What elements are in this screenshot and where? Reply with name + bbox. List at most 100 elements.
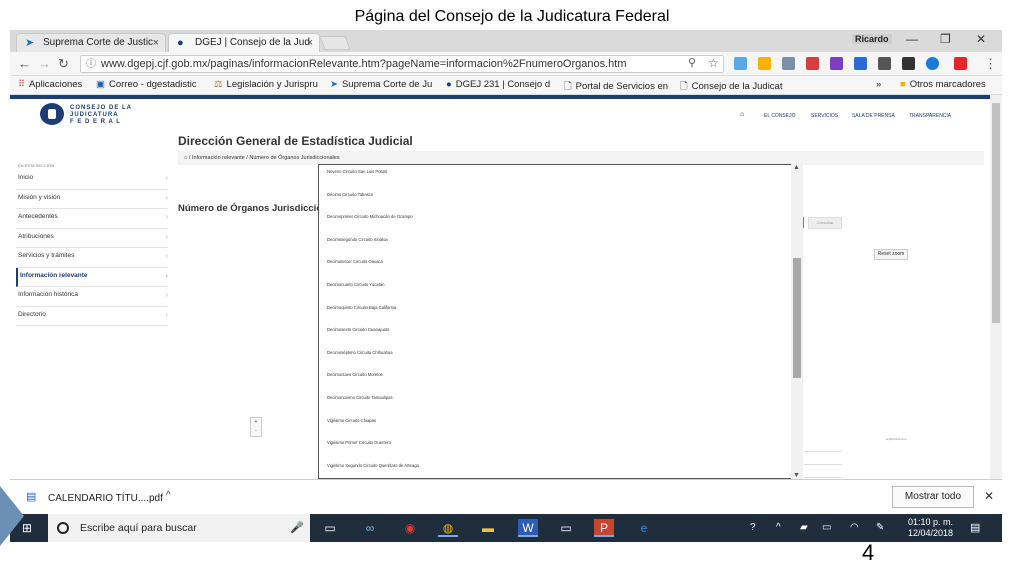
chevron-up-icon[interactable]: ^ [166, 490, 171, 501]
sidebar-item-antecedentes[interactable]: Antecedentes [16, 209, 168, 229]
sidebar-item-mision[interactable]: Misión y visión [16, 190, 168, 209]
mail-extension-icon[interactable] [954, 57, 967, 70]
consult-button[interactable]: Consultar [808, 217, 842, 229]
page-scrollbar[interactable] [990, 95, 1002, 479]
zoom-search-icon[interactable]: ⚲ [688, 56, 696, 69]
dropdown-option[interactable]: Decimosegundo Circuito Sinaloa [327, 237, 388, 242]
close-tab-icon[interactable]: × [307, 34, 313, 52]
battery-icon[interactable]: ▭ [822, 522, 831, 533]
dropdown-option[interactable]: Décimo Circuito Tabasco [327, 192, 373, 197]
download-item[interactable]: CALENDARIO TÍTU....pdf [48, 493, 163, 504]
circuit-dropdown-list[interactable]: Noveno Circuito San Luis Potosí Décimo Ci… [318, 164, 803, 479]
user-profile-button[interactable]: Ricardo [852, 34, 892, 44]
sidebar-item-inicio[interactable]: Inicio [16, 170, 168, 190]
bookmark-portal[interactable]: 🗋 Portal de Servicios en [564, 79, 668, 95]
dropdown-option[interactable]: Decimoséptimo Circuito Chihuahua [327, 350, 393, 355]
scrollbar-thumb[interactable] [793, 258, 801, 378]
dropdown-option[interactable]: Vigésimo Primer Circuito Guerrero [327, 440, 391, 445]
reset-zoom-button[interactable]: Reset zoom [874, 249, 908, 260]
other-bookmarks[interactable]: ■ Otros marcadores [900, 79, 986, 90]
close-tab-icon[interactable]: × [153, 34, 159, 52]
chevron-up-icon[interactable]: ^ [776, 522, 781, 533]
powerpoint-icon[interactable]: P [594, 519, 614, 537]
forward-icon[interactable]: → [38, 56, 51, 71]
url-field[interactable]: ⓘ www.dgepj.cjf.gob.mx/paginas/informaci… [80, 55, 724, 73]
task-view-icon[interactable]: ▭ [320, 519, 340, 537]
dropdown-option[interactable]: Decimonoveno Circuito Tamaulipas [327, 395, 393, 400]
back-icon[interactable]: ← [18, 56, 31, 71]
nav-el-consejo[interactable]: EL CONSEJO [764, 113, 796, 119]
nav-transparencia[interactable]: TRANSPARENCIA [909, 113, 951, 119]
new-tab-button[interactable] [319, 36, 351, 50]
sidebar-item-informacion-historica[interactable]: Información histórica [16, 287, 168, 307]
scroll-up-icon[interactable]: ▲ [793, 164, 800, 171]
bookmark-star-icon[interactable]: ☆ [708, 56, 719, 70]
scroll-down-icon[interactable]: ▼ [793, 472, 800, 479]
cjf-logo[interactable] [40, 103, 64, 125]
taskbar-search[interactable]: Escribe aquí para buscar 🎤 [48, 514, 310, 542]
camera-extension-icon[interactable] [878, 57, 891, 70]
microphone-icon[interactable]: 🎤 [290, 514, 304, 542]
home-icon[interactable]: ⌂ [184, 155, 187, 161]
dropdown-option[interactable]: Decimotercer Circuito Oaxaca [327, 259, 383, 264]
restore-icon[interactable]: ❐ [940, 32, 951, 46]
tab-scjn[interactable]: ➤ Suprema Corte de Justic × [16, 33, 166, 52]
bookmark-correo[interactable]: ▣ Correo - dgestadistic [96, 79, 197, 90]
dropdown-option[interactable]: Noveno Circuito San Luis Potosí [327, 169, 387, 174]
chart-credit[interactable]: Highcharts.com [886, 437, 907, 441]
star-extension-icon[interactable] [758, 57, 771, 70]
infinity-app-icon[interactable]: ∞ [360, 519, 380, 537]
dropdown-option[interactable]: Decimosexto Circuito Guanajuato [327, 327, 389, 332]
sidebar-item-informacion-relevante[interactable]: Información relevante [16, 267, 168, 287]
minimize-icon[interactable]: — [906, 32, 918, 46]
zoom-out-button[interactable]: - [251, 427, 261, 436]
cloud-extension-icon[interactable] [734, 57, 747, 70]
dropdown-option[interactable]: Decimoprimer Circuito Michoacán de Ocamp… [327, 214, 413, 219]
file-explorer-icon[interactable]: ▬ [478, 519, 498, 537]
home-icon[interactable]: ⌂ [740, 111, 744, 118]
help-icon[interactable]: ? [750, 522, 756, 533]
close-icon[interactable]: ✕ [984, 489, 994, 503]
dropdown-option[interactable]: Decimoctavo Circuito Morelos [327, 372, 383, 377]
hp-extension-icon[interactable] [926, 57, 939, 70]
shield-extension-icon[interactable] [902, 57, 915, 70]
sidebar-item-servicios[interactable]: Servicios y trámites [16, 248, 168, 268]
show-all-downloads-button[interactable]: Mostrar todo [892, 486, 974, 508]
mail-app-icon[interactable]: ◉ [400, 519, 420, 537]
menu-icon[interactable]: ⋮ [984, 56, 997, 72]
close-window-icon[interactable]: ✕ [976, 32, 986, 46]
map-zoom-control[interactable]: + - [250, 417, 262, 437]
breadcrumb-item[interactable]: Información relevante [192, 155, 245, 161]
window-app-icon[interactable]: ▭ [556, 519, 576, 537]
onenote-extension-icon[interactable] [830, 57, 843, 70]
bookmark-dgej[interactable]: ● DGEJ 231 | Consejo d [446, 79, 550, 90]
tab-dgej[interactable]: ● DGEJ | Consejo de la Jud × [168, 33, 320, 52]
wifi-icon[interactable]: ◠ [850, 522, 859, 533]
bookmark-scjn[interactable]: ➤ Suprema Corte de Ju [330, 79, 432, 90]
pen-icon[interactable]: ✎ [876, 522, 884, 533]
device-icon[interactable]: ▰ [800, 522, 808, 533]
nav-sala-de-prensa[interactable]: SALA DE PRENSA [852, 113, 895, 119]
dropdown-option[interactable]: Decimoquinto Circuito Baja California [327, 305, 396, 310]
dropdown-option[interactable]: Vigésimo Circuito Chiapas [327, 418, 376, 423]
word-icon[interactable]: W [518, 519, 538, 537]
zoom-in-button[interactable]: + [251, 418, 261, 427]
sidebar-item-atribuciones[interactable]: Atribuciones [16, 229, 168, 248]
bookmark-consejo[interactable]: 🗋 Consejo de la Judicat [680, 79, 782, 95]
pocket-extension-icon[interactable] [806, 57, 819, 70]
site-info-icon[interactable]: ⓘ [86, 57, 96, 73]
bookmarks-overflow-button[interactable]: » [876, 79, 881, 90]
dropdown-option[interactable]: Decimocuarto Circuito Yucatán [327, 282, 384, 287]
dropdown-scrollbar[interactable]: ▲ ▼ [791, 164, 803, 479]
reload-icon[interactable]: ↻ [58, 56, 69, 72]
nav-servicios[interactable]: SERVICIOS [811, 113, 838, 119]
chrome-icon[interactable]: ◍ [438, 519, 458, 537]
dropdown-option[interactable]: Vigésimo Segundo Circuito Querétaro de A… [327, 463, 419, 468]
notifications-icon[interactable]: ▤ [970, 521, 980, 534]
scrollbar-thumb[interactable] [992, 103, 1000, 323]
sidebar-item-directorio[interactable]: Directorio [16, 307, 168, 326]
bookmark-legislacion[interactable]: ⚖ Legislación y Jurispru [214, 79, 318, 90]
bookmark-apps[interactable]: ⠿ Aplicaciones [18, 79, 82, 90]
bookmark-extension-icon[interactable] [782, 57, 795, 70]
word-extension-icon[interactable] [854, 57, 867, 70]
